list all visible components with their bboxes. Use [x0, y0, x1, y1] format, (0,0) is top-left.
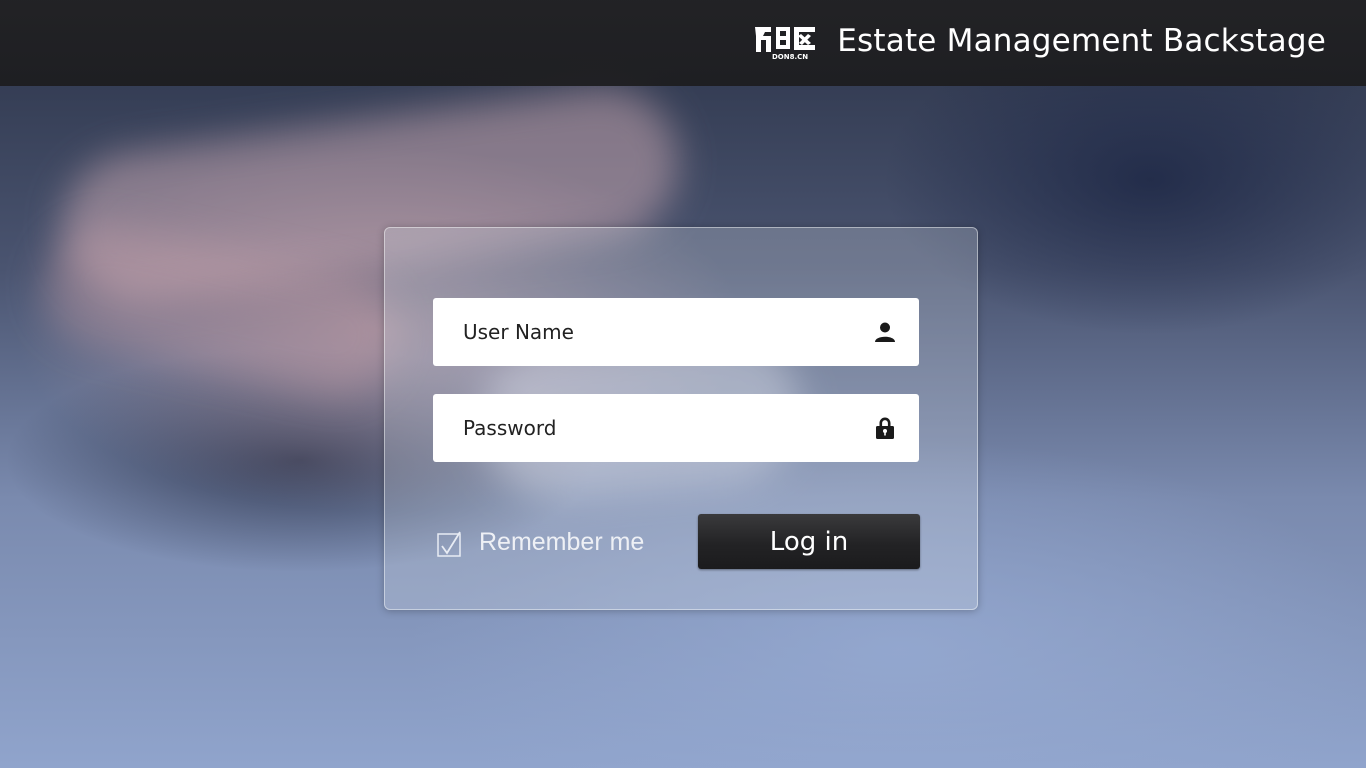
- login-panel: Remember me Log in: [384, 227, 978, 610]
- remember-me-label: Remember me: [479, 528, 645, 556]
- checkbox-checked-icon[interactable]: [437, 531, 461, 557]
- top-bar: DON8.CN Estate Management Backstage: [0, 0, 1366, 86]
- dong8-logo-icon: DON8.CN: [751, 21, 819, 61]
- remember-me-checkbox[interactable]: Remember me: [437, 528, 644, 557]
- username-field[interactable]: [433, 298, 919, 366]
- login-page: DON8.CN Estate Management Backstage User…: [0, 0, 1366, 768]
- user-icon: [873, 320, 897, 344]
- app-title: Estate Management Backstage: [837, 23, 1326, 59]
- username-input[interactable]: [461, 311, 865, 353]
- password-field[interactable]: [433, 394, 919, 462]
- password-input[interactable]: [461, 407, 865, 449]
- login-button[interactable]: Log in: [698, 514, 920, 569]
- lock-icon: [873, 416, 897, 440]
- svg-text:DON8.CN: DON8.CN: [772, 53, 808, 61]
- brand: DON8.CN Estate Management Backstage: [751, 18, 1326, 64]
